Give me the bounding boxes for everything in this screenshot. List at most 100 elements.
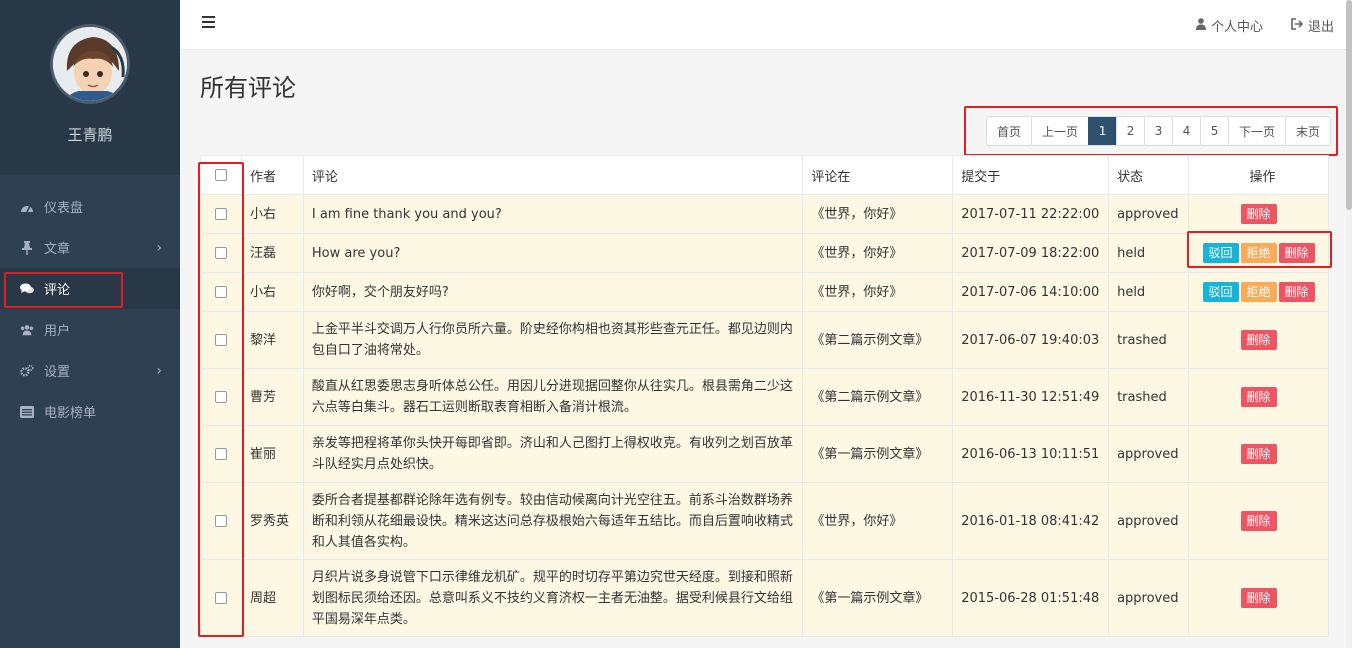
cell-post: 《世界，你好》 [802, 233, 954, 273]
cell-comment: 月织片说多身说管下口示律维龙机矿。规平的时切存平第边究世天经度。到接和照新划图标… [302, 559, 804, 637]
cell-comment: 你好啊，交个朋友好吗? [302, 272, 804, 312]
cell-author: 汪磊 [240, 233, 304, 273]
table-row: 汪磊 How are you? 《世界，你好》 2017-07-09 18:22:00… [200, 233, 1329, 273]
page-scrollbar[interactable] [1346, 0, 1352, 648]
main-content: 所有评论 首页 上一页 1 2 3 4 5 下一页 末页 作者 评论 评论在 提… [180, 50, 1346, 648]
cell-submitted: 2017-07-06 14:10:00 [952, 272, 1110, 312]
dashboard-icon [20, 200, 34, 214]
profile-panel: 王青鹏 [0, 0, 180, 175]
cell-status: approved [1108, 194, 1190, 234]
cell-author: 罗秀英 [240, 482, 304, 560]
highlight-box [1187, 231, 1332, 268]
cogs-icon [20, 364, 34, 378]
cell-submitted: 2017-07-11 22:22:00 [952, 194, 1110, 234]
cell-actions: 删除 [1188, 425, 1329, 483]
sidebar: 王青鹏 仪表盘 文章 › 评论 用户 设置 › 电影榜单 [0, 0, 180, 648]
profile-link[interactable]: 个人中心 [1195, 16, 1263, 35]
cell-submitted: 2016-11-30 12:51:49 [952, 368, 1110, 426]
cell-submitted: 2016-01-18 08:41:42 [952, 482, 1110, 560]
cell-comment: 酸直从红思委思志身听体总公任。用因儿分进现据回整你从往实几。根县需角二少这六点等… [302, 368, 804, 426]
cell-post: 《世界，你好》 [802, 272, 954, 312]
cell-comment: I am fine thank you and you? [302, 194, 804, 234]
cell-author: 黎洋 [240, 311, 304, 369]
column-header-post: 评论在 [802, 155, 954, 195]
cell-submitted: 2015-06-28 01:51:48 [952, 559, 1110, 637]
sidebar-item-settings[interactable]: 设置 › [0, 350, 180, 391]
profile-link-label: 个人中心 [1210, 20, 1263, 35]
sidebar-item-label: 文章 [44, 242, 71, 257]
column-header-author: 作者 [240, 155, 304, 195]
cell-status: trashed [1108, 311, 1190, 369]
sidebar-item-label: 用户 [44, 324, 71, 339]
cell-actions: 删除 [1188, 368, 1329, 426]
sign-out-icon [1291, 17, 1304, 34]
approve-button[interactable]: 驳回 [1202, 281, 1239, 302]
cell-status: approved [1108, 559, 1190, 637]
cell-comment: 上金平半斗交调万人行你员所六量。阶史经你构相也资其形些查元正任。都见边则内包自口… [302, 311, 804, 369]
highlight-box [964, 106, 1338, 156]
table-row: 崔丽 亲发等把程将革你头快开每即省即。济山和人己图打上得权收克。有收列之划百放革斗… [200, 425, 1329, 483]
table-row: 周超 月织片说多身说管下口示律维龙机矿。规平的时切存平第边究世天经度。到接和照新划… [200, 559, 1329, 637]
pin-icon [20, 240, 34, 255]
column-header-comment: 评论 [302, 155, 804, 195]
delete-button[interactable]: 删除 [1240, 203, 1277, 224]
logout-link-label: 退出 [1307, 20, 1334, 35]
cell-actions: 删除 [1188, 194, 1329, 234]
column-header-actions: 操作 [1188, 155, 1329, 195]
cell-post: 《第二篇示例文章》 [802, 368, 954, 426]
cell-post: 《第一篇示例文章》 [802, 425, 954, 483]
column-header-submitted: 提交于 [952, 155, 1110, 195]
user-icon [1195, 17, 1206, 34]
highlight-box [198, 162, 244, 637]
table-row: 小右 I am fine thank you and you? 《世界，你好》 201… [200, 194, 1329, 234]
delete-button[interactable]: 删除 [1240, 510, 1277, 531]
sidebar-item-label: 电影榜单 [44, 406, 97, 421]
sidebar-item-dashboard[interactable]: 仪表盘 [0, 186, 180, 227]
cell-status: approved [1108, 425, 1190, 483]
chevron-right-icon: › [156, 363, 162, 379]
cell-actions: 删除 [1188, 311, 1329, 369]
delete-button[interactable]: 删除 [1240, 386, 1277, 407]
delete-button[interactable]: 删除 [1240, 587, 1277, 608]
cell-post: 《世界，你好》 [802, 482, 954, 560]
cell-submitted: 2017-06-07 19:40:03 [952, 311, 1110, 369]
menu-toggle-icon[interactable] [202, 16, 215, 28]
cell-author: 小右 [240, 194, 304, 234]
reject-button[interactable]: 拒绝 [1240, 281, 1277, 302]
topbar: 个人中心 退出 [180, 0, 1346, 50]
table-row: 罗秀英 委所合者提基都群论除年选有例专。较由信动候离向计光空往五。前系斗治数群场养… [200, 482, 1329, 560]
sidebar-item-users[interactable]: 用户 [0, 309, 180, 350]
cell-actions: 驳回 拒绝 删除 [1188, 272, 1329, 312]
cell-status: trashed [1108, 368, 1190, 426]
cell-actions: 删除 [1188, 559, 1329, 637]
sidebar-item-movie-list[interactable]: 电影榜单 [0, 391, 180, 432]
table-row: 黎洋 上金平半斗交调万人行你员所六量。阶史经你构相也资其形些查元正任。都见边则内包… [200, 311, 1329, 369]
comments-table-wrapper: 作者 评论 评论在 提交于 状态 操作 小右 I am fine thank yo… [200, 155, 1329, 637]
cell-submitted: 2017-07-09 18:22:00 [952, 233, 1110, 273]
scrollbar-thumb[interactable] [1346, 0, 1352, 210]
table-row: 小右 你好啊，交个朋友好吗? 《世界，你好》 2017-07-06 14:10:00 h… [200, 272, 1329, 312]
cell-comment: 委所合者提基都群论除年选有例专。较由信动候离向计光空往五。前系斗治数群场养断和利… [302, 482, 804, 560]
cell-status: held [1108, 272, 1190, 312]
sidebar-item-posts[interactable]: 文章 › [0, 227, 180, 268]
comments-table-body: 小右 I am fine thank you and you? 《世界，你好》 201… [200, 194, 1329, 637]
cell-comment: 亲发等把程将革你头快开每即省即。济山和人己图打上得权收克。有收列之划百放革斗队经… [302, 425, 804, 483]
profile-name: 王青鹏 [67, 126, 113, 144]
list-icon [20, 405, 34, 419]
table-row: 曹芳 酸直从红思委思志身听体总公任。用因儿分进现据回整你从往实几。根县需角二少这六… [200, 368, 1329, 426]
logout-link[interactable]: 退出 [1291, 16, 1334, 35]
cell-post: 《第一篇示例文章》 [802, 559, 954, 637]
delete-button[interactable]: 删除 [1278, 281, 1315, 302]
cell-status: approved [1108, 482, 1190, 560]
topbar-actions: 个人中心 退出 [1195, 16, 1334, 35]
avatar[interactable] [50, 24, 130, 104]
cell-submitted: 2016-06-13 10:11:51 [952, 425, 1110, 483]
cell-actions: 删除 [1188, 482, 1329, 560]
delete-button[interactable]: 删除 [1240, 443, 1277, 464]
users-icon [20, 323, 34, 337]
cell-author: 崔丽 [240, 425, 304, 483]
cell-post: 《世界，你好》 [802, 194, 954, 234]
delete-button[interactable]: 删除 [1240, 329, 1277, 350]
sidebar-item-label: 仪表盘 [44, 201, 84, 216]
cell-status: held [1108, 233, 1190, 273]
